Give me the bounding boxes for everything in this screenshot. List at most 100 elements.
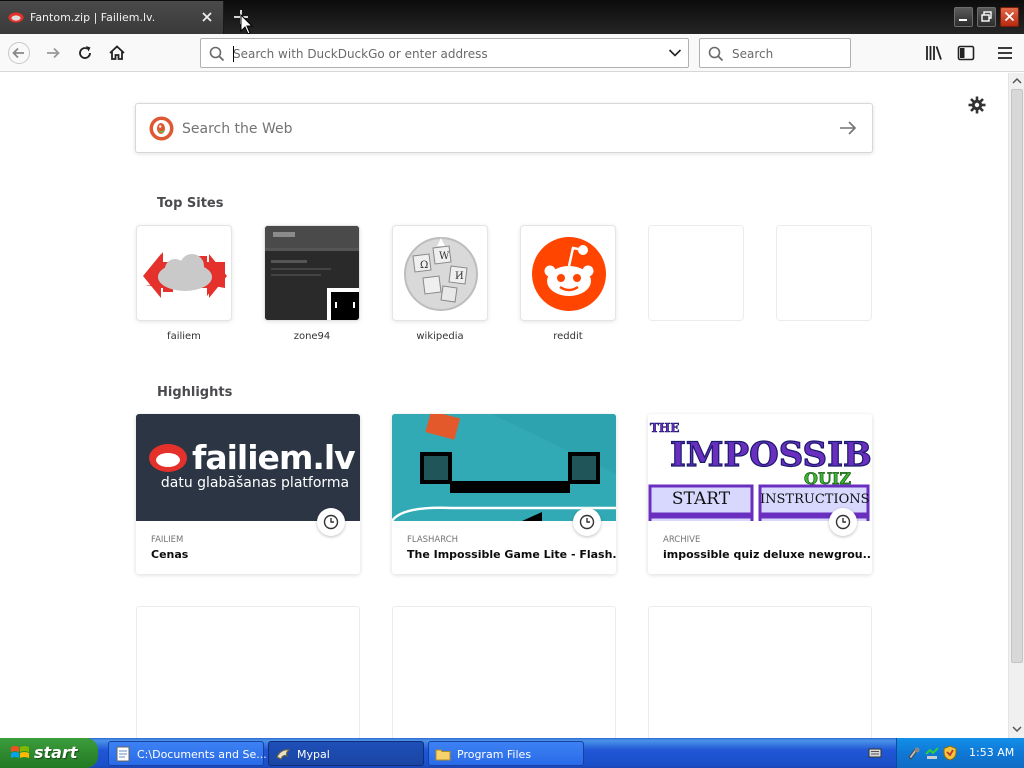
highlight-image: THE IMPOSSIBLE QUIZ START INSTRUCTIONS — [648, 414, 872, 521]
taskbar-item-label: C:\Documents and Se... — [137, 748, 267, 761]
site-tile[interactable] — [136, 225, 232, 321]
web-search-box[interactable]: Search the Web — [135, 103, 873, 153]
forward-arrow-icon[interactable] — [42, 42, 64, 64]
clock-icon — [323, 514, 339, 530]
close-window-button[interactable] — [1000, 7, 1019, 27]
site-tile[interactable]: Ω W И — [392, 225, 488, 321]
top-site-empty[interactable] — [648, 225, 744, 321]
wikipedia-globe-icon: Ω W И — [404, 237, 478, 311]
url-bar[interactable]: Search with DuckDuckGo or enter address — [200, 38, 689, 68]
reload-icon[interactable] — [74, 42, 96, 64]
highlight-title[interactable]: The Impossible Game Lite - Flash... — [407, 548, 616, 561]
system-tray: 1:53 AM — [896, 738, 1024, 768]
taskbar-item-mypal[interactable]: Mypal — [268, 741, 424, 766]
home-icon[interactable] — [106, 42, 128, 64]
impossible-game-screenshot-icon — [392, 414, 616, 521]
mouse-cursor-icon — [240, 14, 254, 35]
search-icon — [708, 46, 724, 62]
web-search-placeholder[interactable]: Search the Web — [182, 121, 293, 137]
taskbar-item-program-files[interactable]: Program Files — [428, 741, 584, 766]
highlight-source: ARCHIVE — [663, 535, 701, 545]
empty-highlight-card — [392, 606, 616, 738]
search-bar[interactable]: Search — [699, 38, 851, 68]
taskbar-item-label: Program Files — [457, 748, 532, 761]
taskbar-clock: 1:53 AM — [969, 746, 1015, 759]
duckduckgo-icon — [149, 116, 174, 141]
scrollbar-thumb[interactable] — [1011, 89, 1023, 663]
tray-network-icon[interactable] — [924, 745, 940, 761]
top-site-failiem[interactable]: failiem — [136, 225, 232, 342]
arrow-right-icon[interactable] — [838, 120, 858, 136]
reddit-logo-icon — [532, 237, 606, 311]
quiz-instructions-text: INSTRUCTIONS — [760, 492, 870, 507]
top-site-wikipedia[interactable]: Ω W И wikipedia — [392, 225, 488, 342]
empty-site-tile[interactable] — [648, 225, 744, 321]
close-icon — [1004, 11, 1015, 22]
hamburger-menu-icon[interactable] — [994, 42, 1016, 64]
highlight-card[interactable]: FLASHARCH The Impossible Game Lite - Fla… — [392, 414, 616, 574]
search-icon — [209, 46, 225, 62]
failiem-favicon-icon — [8, 12, 24, 23]
sidebar-icon[interactable] — [955, 42, 977, 64]
gear-icon[interactable] — [967, 95, 987, 115]
back-arrow-icon[interactable] — [8, 42, 30, 64]
navigation-toolbar: Search with DuckDuckGo or enter address … — [0, 34, 1024, 72]
site-tile[interactable] — [520, 225, 616, 321]
svg-text:THE: THE — [650, 421, 679, 435]
highlight-source: FAILIEM — [151, 535, 184, 545]
taskbar-item-label: Mypal — [297, 748, 330, 761]
highlight-source: FLASHARCH — [407, 535, 459, 545]
clock-badge — [573, 508, 601, 536]
minimize-button[interactable] — [954, 7, 973, 27]
security-shield-icon[interactable] — [942, 745, 958, 761]
tray-utility-icon[interactable] — [906, 745, 922, 761]
start-label: start — [34, 743, 78, 762]
search-input-placeholder[interactable]: Search — [732, 47, 773, 61]
restore-button[interactable] — [977, 7, 996, 27]
empty-highlight-card — [648, 606, 872, 738]
failiem-logo-icon — [143, 252, 227, 298]
highlight-card[interactable]: failiem.lv datu glabāšanas platforma FAI… — [136, 414, 360, 574]
notepad-icon — [116, 746, 130, 762]
tab-close-icon[interactable] — [200, 10, 214, 24]
clock-badge — [317, 508, 345, 536]
scroll-down-arrow-icon[interactable] — [1012, 724, 1022, 734]
chevron-down-icon[interactable] — [668, 48, 682, 58]
highlight-image — [392, 414, 616, 521]
top-site-zone94[interactable]: zone94 — [264, 225, 360, 342]
scroll-up-arrow-icon[interactable] — [1012, 76, 1022, 86]
empty-site-tile[interactable] — [776, 225, 872, 321]
highlight-card[interactable]: THE IMPOSSIBLE QUIZ START INSTRUCTIONS A… — [648, 414, 872, 574]
svg-text:W: W — [439, 251, 450, 262]
empty-highlight-card — [136, 606, 360, 738]
text-caret — [233, 46, 234, 62]
top-site-empty[interactable] — [776, 225, 872, 321]
windows-flag-icon — [11, 746, 29, 758]
folder-icon — [435, 749, 451, 761]
highlight-title[interactable]: impossible quiz deluxe newgrou... — [663, 548, 872, 561]
library-icon[interactable] — [923, 42, 945, 64]
clock-icon — [835, 514, 851, 530]
vertical-scrollbar[interactable] — [1008, 73, 1024, 738]
top-sites-heading: Top Sites — [157, 196, 224, 211]
title-bar: Fantom.zip | Failiem.lv. — [0, 0, 1024, 35]
keyboard-language-icon[interactable] — [868, 746, 882, 760]
start-button[interactable]: start — [0, 738, 98, 768]
highlight-image-wordmark: failiem.lv — [192, 438, 356, 477]
highlight-title[interactable]: Cenas — [151, 548, 188, 561]
tab-title: Fantom.zip | Failiem.lv. — [30, 11, 156, 24]
top-site-reddit[interactable]: reddit — [520, 225, 616, 342]
site-tile[interactable] — [264, 225, 360, 321]
svg-text:И: И — [455, 271, 464, 282]
quiz-start-text: START — [671, 489, 731, 509]
url-input-placeholder[interactable]: Search with DuckDuckGo or enter address — [233, 47, 488, 61]
mypal-icon — [276, 749, 291, 760]
highlights-heading: Highlights — [157, 385, 233, 400]
taskbar-item-documents[interactable]: C:\Documents and Se... — [108, 741, 267, 766]
restore-icon — [981, 11, 992, 22]
zone94-screenshot-icon — [265, 226, 359, 320]
browser-tab[interactable]: Fantom.zip | Failiem.lv. — [0, 1, 224, 34]
site-label: reddit — [553, 331, 583, 342]
highlight-image: failiem.lv datu glabāšanas platforma — [136, 414, 360, 521]
site-label: wikipedia — [416, 331, 464, 342]
